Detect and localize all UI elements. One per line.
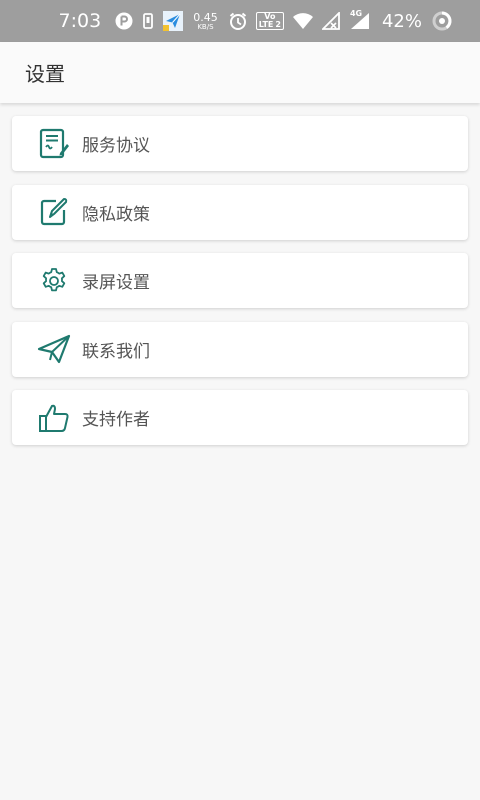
status-time: 7:03 [58,10,102,32]
menu-item-label: 隐私政策 [82,204,150,225]
app-paper-plane-icon [163,11,184,31]
menu-item-screen-record-settings[interactable]: 录屏设置 [12,253,468,308]
net-speed: 0.45 KB/S [193,12,218,31]
sim-number: 2 [275,20,281,29]
menu-item-label: 录屏设置 [82,273,150,293]
battery-ring-icon [432,11,452,31]
menu-item-label: 服务协议 [82,136,150,156]
status-bar: 7:03 0.45 KB/S Vo LTE 2 4G 42% [0,0,480,42]
menu-item-contact-us[interactable]: 联系我们 [12,321,468,377]
menu-item-support-author[interactable]: 支持作者 [12,390,468,445]
signal-2-icon: 4G [349,9,370,30]
app-bar: 设置 [0,42,480,103]
thumbs-up-icon [36,400,72,436]
menu-item-service-agreement[interactable]: 服务协议 [12,116,468,171]
phone-vibrate-icon [141,12,155,30]
gear-icon [36,263,72,299]
document-sign-icon [36,126,72,162]
menu-item-label: 支持作者 [82,410,150,430]
alarm-icon [228,11,248,31]
net-speed-unit: KB/S [197,22,214,31]
notification-p-icon [115,12,133,30]
edit-pen-icon [36,194,72,230]
signal-1-icon [321,12,342,30]
network-badge: 4G [349,9,363,18]
wifi-icon [292,12,314,30]
menu-item-label: 联系我们 [82,341,150,362]
menu-item-privacy-policy[interactable]: 隐私政策 [12,184,468,240]
net-speed-value: 0.45 [193,10,218,24]
volte-bottom: LTE [258,20,274,29]
page-title: 设置 [25,62,65,86]
paper-plane-icon [36,331,72,367]
volte-icon: Vo LTE 2 [255,12,284,30]
settings-menu: 服务协议 隐私政策 录屏设置 联系我们 支持作者 [12,116,468,459]
battery-percent: 42% [381,10,422,32]
